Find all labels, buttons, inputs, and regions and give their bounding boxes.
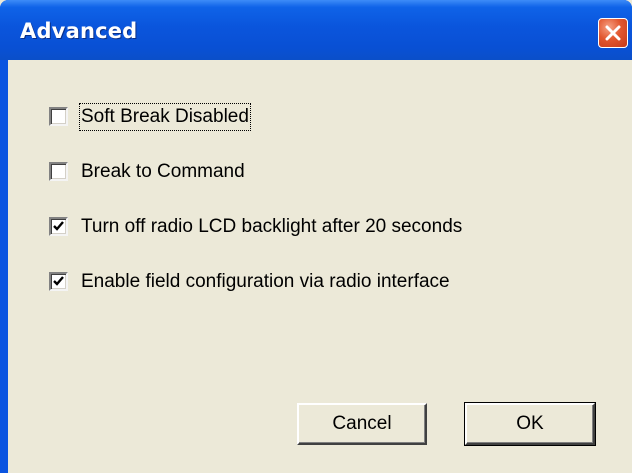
checkmark-icon xyxy=(53,276,64,286)
soft-break-disabled-checkbox[interactable] xyxy=(49,107,68,126)
break-to-command-option[interactable]: Break to Command xyxy=(49,159,279,185)
title-bar[interactable]: Advanced xyxy=(0,0,632,60)
advanced-dialog: Advanced Soft Break Disabled Break to Co… xyxy=(0,0,632,473)
cancel-button[interactable]: Cancel xyxy=(297,403,427,445)
break-to-command-label: Break to Command xyxy=(81,161,245,182)
lcd-backlight-checkbox[interactable] xyxy=(49,217,68,236)
ok-button[interactable]: OK xyxy=(464,402,596,446)
lcd-backlight-option[interactable]: Turn off radio LCD backlight after 20 se… xyxy=(49,214,529,240)
soft-break-disabled-option[interactable]: Soft Break Disabled xyxy=(49,103,289,131)
field-configuration-option[interactable]: Enable field configuration via radio int… xyxy=(49,269,519,295)
field-configuration-label: Enable field configuration via radio int… xyxy=(81,271,450,292)
field-configuration-checkbox[interactable] xyxy=(49,272,68,291)
soft-break-disabled-label: Soft Break Disabled xyxy=(79,103,251,131)
window-title: Advanced xyxy=(20,19,138,43)
dialog-client-area: Soft Break Disabled Break to Command Tur… xyxy=(8,60,632,473)
close-icon xyxy=(605,25,621,41)
break-to-command-checkbox[interactable] xyxy=(49,162,68,181)
close-button[interactable] xyxy=(598,18,628,48)
lcd-backlight-label: Turn off radio LCD backlight after 20 se… xyxy=(81,216,463,237)
checkmark-icon xyxy=(53,221,64,231)
